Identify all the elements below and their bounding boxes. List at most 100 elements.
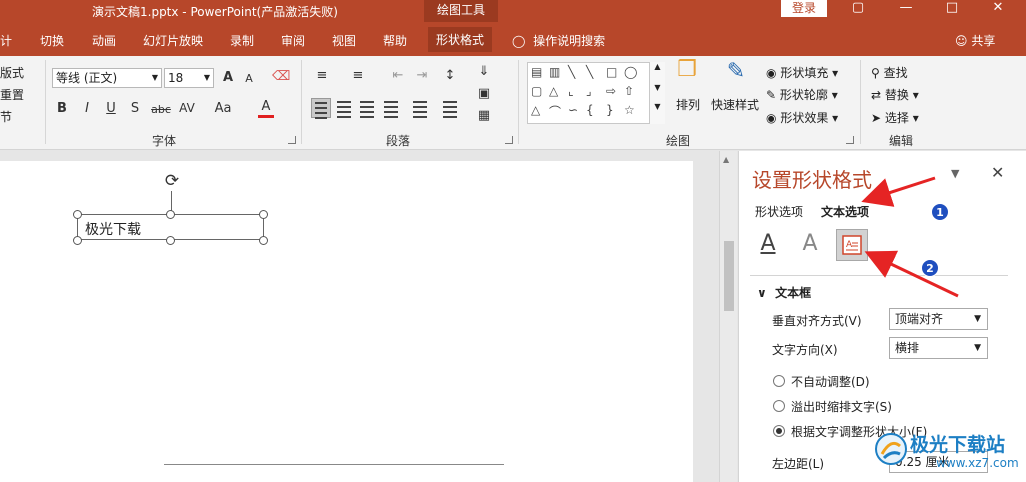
minimize-icon[interactable]: —: [891, 0, 921, 18]
bullets-icon[interactable]: ≡: [312, 68, 332, 84]
tell-me-search[interactable]: ◯ 操作说明搜索: [512, 32, 605, 49]
arrange-button[interactable]: 排列: [676, 96, 700, 113]
arrow-line-shape-icon[interactable]: ╲: [586, 65, 593, 79]
shape-effects-button[interactable]: ◉ 形状效果 ▾: [766, 109, 838, 126]
up-arrow-shape-icon[interactable]: ⇧: [624, 84, 634, 98]
tab-shape-options[interactable]: 形状选项: [755, 203, 803, 220]
paragraph-dialog-launcher-icon[interactable]: [505, 136, 513, 144]
rotate-handle-icon[interactable]: ⟳: [161, 170, 183, 192]
quick-styles-button[interactable]: 快速样式: [711, 96, 759, 113]
radio-resize-shape-to-fit[interactable]: [773, 425, 785, 437]
scrollbar-thumb[interactable]: [724, 241, 734, 311]
radio-do-not-autofit[interactable]: [773, 375, 785, 387]
text-direction-select[interactable]: 横排 ▼: [889, 337, 988, 359]
justify-button[interactable]: [381, 98, 401, 118]
tab-design-cut[interactable]: 计: [0, 32, 12, 49]
font-color-button[interactable]: A: [258, 99, 274, 118]
textbox-shape-icon[interactable]: ▤: [531, 65, 542, 79]
shape-fill-button[interactable]: ◉ 形状填充 ▾: [766, 64, 838, 81]
resize-handle[interactable]: [73, 210, 82, 219]
shapes-gallery[interactable]: ▤ ▥ ╲ ╲ □ ◯ ▢ △ ⌞ ⌟ ⇨ ⇧ △ ⌒ ∽ { } ☆: [527, 62, 665, 124]
tab-review[interactable]: 审阅: [281, 32, 305, 49]
login-button[interactable]: 登录: [781, 0, 827, 17]
font-name-combo[interactable]: 等线 (正文) ▼: [52, 68, 162, 88]
tab-record[interactable]: 录制: [230, 32, 254, 49]
close-icon[interactable]: ✕: [983, 0, 1013, 18]
section-button[interactable]: 节: [0, 108, 12, 125]
tab-view[interactable]: 视图: [332, 32, 356, 49]
star-shape-icon[interactable]: ☆: [624, 103, 635, 117]
resize-handle[interactable]: [73, 236, 82, 245]
radio-shrink-on-overflow[interactable]: [773, 400, 785, 412]
quick-styles-icon[interactable]: ✎: [722, 61, 750, 92]
resize-handle[interactable]: [166, 210, 175, 219]
font-dialog-launcher-icon[interactable]: [288, 136, 296, 144]
text-direction-icon[interactable]: ⇓: [474, 64, 494, 80]
font-size-combo[interactable]: 18 ▼: [164, 68, 214, 88]
text-outline-icon[interactable]: A: [794, 229, 826, 261]
replace-button[interactable]: ⇄ 替换 ▾: [871, 86, 919, 103]
character-spacing-button[interactable]: AV: [176, 100, 198, 116]
rectangle-shape-icon[interactable]: □: [606, 65, 617, 79]
chevron-up-icon[interactable]: ▲: [650, 62, 665, 71]
triangle-shape-icon[interactable]: △: [549, 84, 558, 98]
radio-do-not-autofit-label[interactable]: 不自动调整(D): [791, 373, 870, 390]
text-fill-icon[interactable]: A: [752, 229, 784, 261]
shrink-font-icon[interactable]: A: [242, 71, 256, 87]
change-case-button[interactable]: Aa: [212, 101, 234, 117]
layout-button[interactable]: 版式: [0, 64, 24, 81]
brace-right-shape-icon[interactable]: }: [606, 103, 614, 117]
tab-transitions[interactable]: 切换: [40, 32, 64, 49]
vertical-textbox-shape-icon[interactable]: ▥: [549, 65, 560, 79]
freeform-shape-icon[interactable]: △: [531, 103, 540, 117]
align-text-icon[interactable]: ▣: [474, 86, 494, 102]
share-button[interactable]: ☺ 共享: [955, 32, 995, 49]
elbow-connector-shape-icon[interactable]: ⌞: [568, 84, 574, 98]
slide-canvas[interactable]: ⟳ 极光下载: [0, 161, 693, 482]
decrease-indent-icon[interactable]: ⇤: [388, 68, 408, 84]
tab-animations[interactable]: 动画: [92, 32, 116, 49]
underline-button[interactable]: U: [104, 101, 118, 117]
select-button[interactable]: ➤ 选择 ▾: [871, 109, 919, 126]
resize-handle[interactable]: [166, 236, 175, 245]
increase-indent-icon[interactable]: ⇥: [412, 68, 432, 84]
arrange-icon[interactable]: ❒: [674, 59, 700, 88]
resize-handle[interactable]: [259, 210, 268, 219]
bold-button[interactable]: B: [55, 101, 69, 117]
columns-button[interactable]: [440, 98, 460, 118]
shapes-gallery-scroll[interactable]: ▲ ▼ ▼: [649, 62, 665, 124]
pane-options-icon[interactable]: ▼: [951, 167, 959, 180]
brace-left-shape-icon[interactable]: {: [586, 103, 594, 117]
expand-icon[interactable]: ▼: [650, 102, 665, 111]
convert-to-smartart-icon[interactable]: ▦: [474, 108, 494, 124]
drawing-dialog-launcher-icon[interactable]: [846, 136, 854, 144]
chevron-down-icon[interactable]: ▼: [650, 83, 665, 92]
shape-outline-button[interactable]: ✎ 形状轮廓 ▾: [766, 86, 838, 103]
grow-font-icon[interactable]: A: [220, 70, 236, 86]
vertical-align-select[interactable]: 顶端对齐 ▼: [889, 308, 988, 330]
tab-slideshow[interactable]: 幻灯片放映: [143, 32, 203, 49]
maximize-icon[interactable]: □: [937, 0, 967, 18]
strikethrough-button[interactable]: abc: [150, 102, 172, 118]
ribbon-display-icon[interactable]: ▢: [843, 0, 873, 18]
align-right-button[interactable]: [357, 98, 377, 118]
tab-shape-format[interactable]: 形状格式: [428, 27, 493, 52]
find-button[interactable]: ⚲ 查找: [871, 64, 908, 81]
arc-shape-icon[interactable]: ⌒: [549, 103, 561, 120]
radio-shrink-on-overflow-label[interactable]: 溢出时缩排文字(S): [791, 398, 892, 415]
oval-shape-icon[interactable]: ◯: [624, 65, 637, 79]
textbox-layout-icon[interactable]: A: [836, 229, 868, 261]
distributed-button[interactable]: [410, 98, 430, 118]
align-left-button[interactable]: [311, 98, 331, 119]
textbox-section-header[interactable]: ∨ 文本框: [757, 284, 811, 301]
tab-help[interactable]: 帮助: [383, 32, 407, 49]
line-spacing-icon[interactable]: ↕: [440, 68, 460, 84]
italic-button[interactable]: I: [80, 101, 94, 117]
curve-shape-icon[interactable]: ∽: [568, 103, 578, 117]
scroll-up-icon[interactable]: ▲: [723, 155, 729, 164]
line-shape-icon[interactable]: ╲: [568, 65, 575, 79]
align-center-button[interactable]: [334, 98, 354, 118]
numbering-icon[interactable]: ≡: [348, 68, 368, 84]
resize-handle[interactable]: [259, 236, 268, 245]
textbox-text[interactable]: 极光下载: [85, 219, 141, 239]
